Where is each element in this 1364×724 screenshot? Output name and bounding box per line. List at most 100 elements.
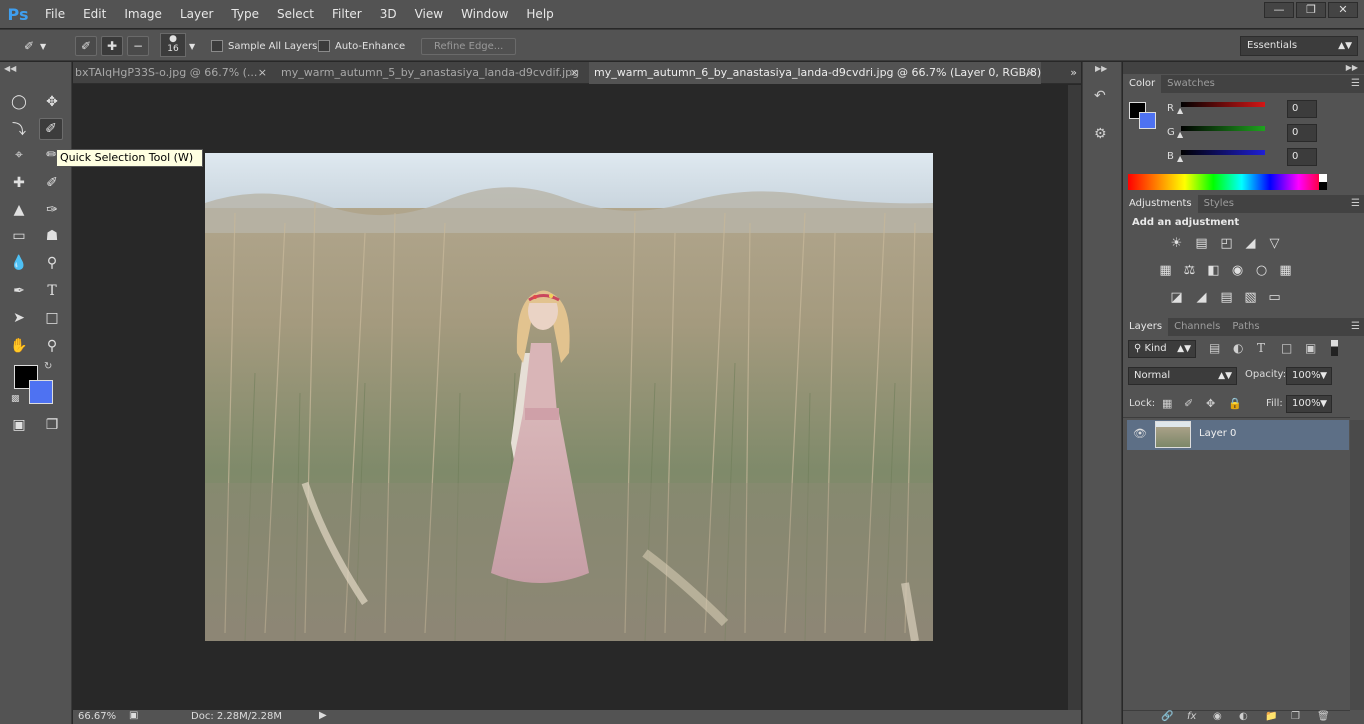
type-tool-icon[interactable]: T: [40, 280, 64, 302]
menu-help[interactable]: Help: [517, 0, 562, 28]
new-adjustment-layer-icon[interactable]: ◐: [1239, 711, 1248, 722]
background-color-swatch[interactable]: [1139, 112, 1156, 129]
background-color-swatch[interactable]: [29, 380, 53, 404]
layer-row[interactable]: 👁 Layer 0: [1127, 420, 1349, 450]
slider-handle-icon[interactable]: ▲: [1177, 106, 1183, 115]
clone-stamp-tool-icon[interactable]: ▲: [7, 199, 31, 221]
sample-all-layers-checkbox[interactable]: [211, 40, 223, 52]
color-spectrum-bar[interactable]: [1128, 174, 1327, 190]
close-tab-icon[interactable]: ×: [570, 62, 579, 84]
spot-healing-tool-icon[interactable]: ✚: [7, 172, 31, 194]
levels-icon[interactable]: ▤: [1193, 236, 1210, 251]
smart-object-filter-icon[interactable]: ▣: [1305, 341, 1316, 355]
properties-panel-icon[interactable]: ⚙: [1094, 126, 1107, 142]
link-layers-icon[interactable]: 🔗: [1161, 711, 1173, 722]
zoom-level[interactable]: 66.67%: [78, 711, 116, 722]
adjustment-filter-icon[interactable]: ◐: [1233, 341, 1243, 355]
hand-tool-icon[interactable]: ✋: [7, 335, 31, 357]
document-tab[interactable]: my_warm_autumn_5_by_anastasiya_landa-d9c…: [279, 62, 585, 84]
close-icon[interactable]: ✕: [1328, 2, 1358, 18]
tab-styles[interactable]: Styles: [1198, 195, 1240, 213]
green-slider[interactable]: [1181, 126, 1265, 131]
red-slider[interactable]: [1181, 102, 1265, 107]
menu-select[interactable]: Select: [268, 0, 323, 28]
blur-tool-icon[interactable]: 💧: [7, 252, 31, 274]
menu-file[interactable]: File: [36, 0, 74, 28]
slider-handle-icon[interactable]: ▲: [1177, 130, 1183, 139]
add-to-selection-icon[interactable]: ✚: [101, 36, 123, 56]
layer-style-icon[interactable]: fx: [1187, 711, 1196, 722]
restore-icon[interactable]: ❐: [1296, 2, 1326, 18]
threshold-icon[interactable]: ▤: [1218, 290, 1235, 305]
menu-type[interactable]: Type: [222, 0, 268, 28]
add-mask-icon[interactable]: ◉: [1213, 711, 1222, 722]
marquee-tool-icon[interactable]: ◯: [7, 91, 31, 113]
close-tab-icon[interactable]: ×: [258, 62, 267, 84]
shape-filter-icon[interactable]: □: [1281, 341, 1292, 355]
delete-layer-icon[interactable]: 🗑: [1317, 711, 1330, 722]
auto-enhance-checkbox[interactable]: [318, 40, 330, 52]
document-tab[interactable]: bxTAIqHgP33S-o.jpg @ 66.7% (... ×: [73, 62, 273, 84]
rectangle-tool-icon[interactable]: □: [40, 307, 64, 329]
history-brush-tool-icon[interactable]: ✑: [40, 199, 64, 221]
eraser-tool-icon[interactable]: ▭: [7, 225, 31, 247]
path-selection-tool-icon[interactable]: ➤: [7, 307, 31, 329]
collapse-arrows-icon[interactable]: ▶▶: [1095, 64, 1107, 73]
posterize-icon[interactable]: ◢: [1193, 290, 1210, 305]
tab-adjustments[interactable]: Adjustments: [1123, 195, 1198, 213]
lock-all-icon[interactable]: 🔒: [1228, 397, 1242, 410]
quick-mask-icon[interactable]: ▣: [7, 414, 31, 436]
new-selection-icon[interactable]: ✐: [75, 36, 97, 56]
brush-tool-icon[interactable]: ✐: [40, 172, 64, 194]
collapse-arrows-icon[interactable]: ◀◀: [4, 64, 16, 73]
visibility-eye-icon[interactable]: 👁: [1133, 427, 1147, 440]
new-group-icon[interactable]: 📁: [1265, 711, 1277, 722]
vibrance-icon[interactable]: ▽: [1266, 236, 1283, 251]
document-image[interactable]: [205, 153, 933, 641]
color-balance-icon[interactable]: ⚖: [1181, 263, 1198, 278]
brush-picker[interactable]: ● 16 ▼: [160, 33, 195, 57]
blue-slider[interactable]: [1181, 150, 1265, 155]
tool-preset-picker[interactable]: ✐ ▼: [18, 36, 46, 56]
screen-mode-icon[interactable]: ❐: [40, 414, 64, 436]
filter-toggle-icon[interactable]: [1331, 340, 1338, 356]
workspace-select[interactable]: Essentials ▲▼: [1240, 36, 1358, 56]
black-white-icon[interactable]: ◧: [1205, 263, 1222, 278]
opacity-input[interactable]: 100% ▼: [1286, 367, 1332, 385]
paint-bucket-tool-icon[interactable]: ☗: [40, 225, 64, 247]
menu-filter[interactable]: Filter: [323, 0, 371, 28]
layer-name[interactable]: Layer 0: [1199, 428, 1236, 439]
move-tool-icon[interactable]: ✥: [40, 91, 64, 113]
fill-input[interactable]: 100% ▼: [1286, 395, 1332, 413]
blend-mode-select[interactable]: Normal ▲▼: [1128, 367, 1237, 385]
menu-image[interactable]: Image: [115, 0, 171, 28]
lock-image-icon[interactable]: ✐: [1184, 397, 1193, 410]
default-colors-icon[interactable]: ▩: [11, 394, 20, 404]
tab-layers[interactable]: Layers: [1123, 318, 1169, 336]
status-menu-arrow-icon[interactable]: ▶: [319, 710, 327, 721]
subtract-from-selection-icon[interactable]: −: [127, 36, 149, 56]
menu-layer[interactable]: Layer: [171, 0, 222, 28]
document-tab-active[interactable]: my_warm_autumn_6_by_anastasiya_landa-d9c…: [589, 62, 1041, 84]
curves-icon[interactable]: ◰: [1218, 236, 1235, 251]
vertical-scrollbar[interactable]: [1068, 85, 1081, 710]
photo-filter-icon[interactable]: ◉: [1229, 263, 1246, 278]
menu-view[interactable]: View: [406, 0, 452, 28]
tab-overflow-icon[interactable]: »: [1070, 62, 1077, 84]
menu-window[interactable]: Window: [452, 0, 517, 28]
tab-swatches[interactable]: Swatches: [1161, 75, 1221, 93]
new-layer-icon[interactable]: ❐: [1291, 711, 1300, 722]
brightness-contrast-icon[interactable]: ☀: [1168, 236, 1185, 251]
red-value[interactable]: 0: [1287, 100, 1317, 118]
tab-paths[interactable]: Paths: [1226, 318, 1265, 336]
blue-value[interactable]: 0: [1287, 148, 1317, 166]
type-filter-icon[interactable]: T: [1257, 341, 1265, 355]
menu-edit[interactable]: Edit: [74, 0, 115, 28]
invert-icon[interactable]: ◪: [1168, 290, 1185, 305]
lock-transparent-icon[interactable]: ▦: [1162, 397, 1172, 410]
channel-mixer-icon[interactable]: ○: [1253, 263, 1270, 278]
close-tab-icon[interactable]: ×: [1026, 62, 1035, 84]
quick-selection-tool-icon[interactable]: ✐: [39, 118, 63, 140]
history-panel-icon[interactable]: ↶: [1094, 88, 1106, 104]
panel-menu-icon[interactable]: ☰: [1351, 195, 1360, 213]
